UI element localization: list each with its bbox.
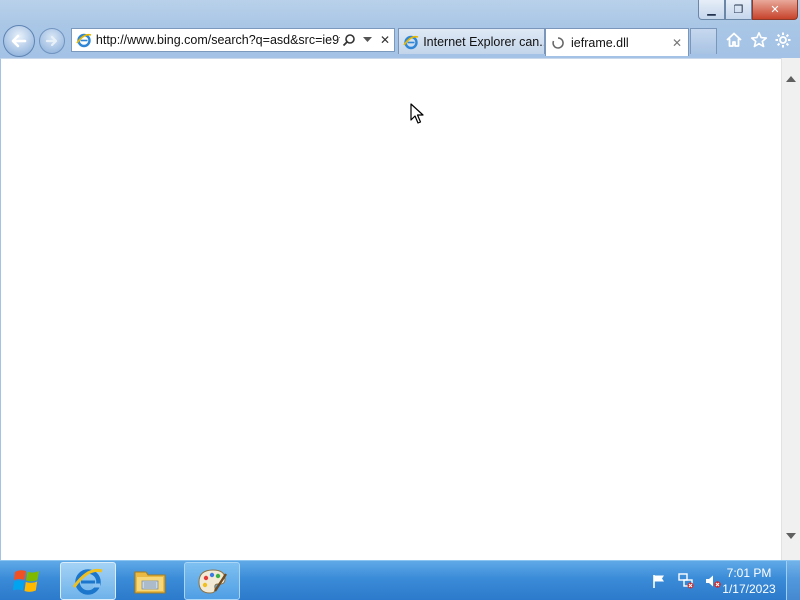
- network-icon[interactable]: [677, 572, 695, 590]
- scroll-down-icon[interactable]: [785, 530, 797, 542]
- tab-close-button[interactable]: ✕: [672, 36, 682, 50]
- back-button[interactable]: [3, 25, 35, 57]
- show-desktop-button[interactable]: [786, 561, 800, 600]
- browser-frame: ▁ ❐ ✕ http://www.bing.com/search?q=asd&s…: [0, 0, 800, 58]
- clock-date: 1/17/2023: [722, 582, 776, 596]
- action-center-flag-icon[interactable]: [650, 572, 668, 590]
- tab-label: ieframe.dll: [571, 35, 629, 50]
- taskbar: 7:01 PM 1/17/2023: [0, 560, 800, 600]
- address-bar[interactable]: http://www.bing.com/search?q=asd&src=ie9…: [71, 28, 395, 52]
- windows-logo-icon: [13, 570, 39, 592]
- arrow-left-icon: [11, 34, 27, 48]
- new-tab-button[interactable]: [690, 28, 717, 54]
- paint-icon[interactable]: [184, 562, 240, 600]
- internet-explorer-icon[interactable]: [60, 562, 116, 600]
- tab-ieframe[interactable]: ieframe.dll ✕: [545, 28, 689, 56]
- tab-label: Internet Explorer can...: [423, 34, 544, 49]
- window-caption-buttons: ▁ ❐ ✕: [698, 0, 798, 21]
- vertical-scrollbar[interactable]: [781, 58, 800, 560]
- search-icon[interactable]: [340, 30, 358, 50]
- tab-internet-explorer[interactable]: Internet Explorer can...: [398, 28, 545, 54]
- page-content[interactable]: [0, 58, 781, 560]
- favorites-icon[interactable]: [749, 30, 769, 50]
- mouse-cursor-icon: [410, 103, 424, 124]
- taskbar-clock[interactable]: 7:01 PM 1/17/2023: [714, 565, 784, 597]
- ie-page-icon: [75, 31, 93, 49]
- arrow-right-icon: [45, 35, 58, 47]
- scroll-up-icon[interactable]: [785, 72, 797, 84]
- loading-icon: [549, 34, 567, 52]
- close-button[interactable]: ✕: [752, 0, 798, 20]
- stop-button[interactable]: ✕: [376, 30, 394, 50]
- system-tray: [650, 571, 722, 591]
- restore-button[interactable]: ❐: [725, 0, 752, 20]
- clock-time: 7:01 PM: [726, 566, 772, 580]
- windows-explorer-icon[interactable]: [122, 562, 178, 600]
- address-url[interactable]: http://www.bing.com/search?q=asd&src=ie9…: [96, 33, 340, 47]
- minimize-button[interactable]: ▁: [698, 0, 725, 20]
- forward-button[interactable]: [39, 28, 65, 54]
- start-button[interactable]: [6, 563, 48, 599]
- tools-gear-icon[interactable]: [773, 30, 793, 50]
- home-icon[interactable]: [724, 30, 744, 50]
- ie-icon: [402, 33, 419, 51]
- address-dropdown-icon[interactable]: [358, 30, 376, 50]
